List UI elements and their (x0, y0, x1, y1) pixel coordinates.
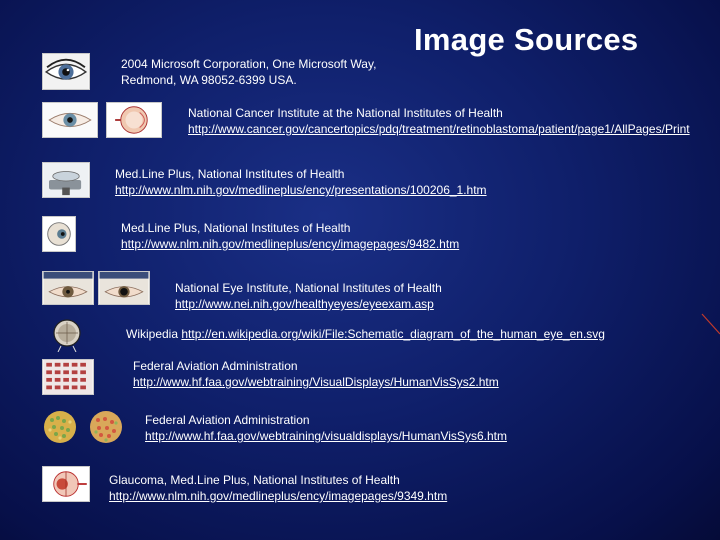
source-link[interactable]: http://www.nei.nih.gov/healthyeyes/eyeex… (175, 297, 434, 311)
source-entry-8: Federal Aviation Administration http://w… (145, 412, 507, 444)
decorative-line (701, 313, 720, 335)
source-text: National Eye Institute, National Institu… (175, 281, 442, 295)
source-entry-3: Med.Line Plus, National Institutes of He… (115, 166, 487, 198)
eye-exam-device-icon (42, 162, 90, 198)
source-link[interactable]: http://www.nlm.nih.gov/medlineplus/ency/… (109, 489, 447, 503)
eye-schematic-icon (52, 318, 82, 352)
source-link[interactable]: http://www.hf.faa.gov/webtraining/visual… (145, 429, 507, 443)
source-entry-1: 2004 Microsoft Corporation, One Microsof… (121, 56, 376, 88)
glaucoma-eye-icon (42, 466, 90, 502)
source-text: Federal Aviation Administration (133, 359, 298, 373)
eyeball-diagram-icon (42, 216, 76, 252)
eye-anatomy-icon (42, 102, 98, 138)
source-text: National Cancer Institute at the Nationa… (188, 106, 503, 120)
source-text: Glaucoma, Med.Line Plus, National Instit… (109, 473, 400, 487)
source-entry-9: Glaucoma, Med.Line Plus, National Instit… (109, 472, 447, 504)
source-link[interactable]: http://www.hf.faa.gov/webtraining/Visual… (133, 375, 499, 389)
source-link[interactable]: http://www.nlm.nih.gov/medlineplus/ency/… (121, 237, 459, 251)
pupil-comparison-icon-2 (98, 271, 150, 305)
source-text: Federal Aviation Administration (145, 413, 310, 427)
source-link[interactable]: http://en.wikipedia.org/wiki/File:Schema… (181, 327, 605, 341)
eye-photo-icon (42, 53, 90, 90)
visual-display-icon (42, 359, 94, 395)
source-entry-5: National Eye Institute, National Institu… (175, 280, 442, 312)
source-entry-6: Wikipedia http://en.wikipedia.org/wiki/F… (126, 326, 605, 342)
source-entry-2: National Cancer Institute at the Nationa… (188, 105, 690, 137)
source-entry-7: Federal Aviation Administration http://w… (133, 358, 499, 390)
source-link[interactable]: http://www.nlm.nih.gov/medlineplus/ency/… (115, 183, 487, 197)
eye-anatomy-diagram-icon (106, 102, 162, 138)
page-title: Image Sources (414, 22, 639, 57)
source-link[interactable]: http://www.cancer.gov/cancertopics/pdq/t… (188, 122, 690, 136)
source-text: Med.Line Plus, National Institutes of He… (115, 167, 345, 181)
source-text: Wikipedia (126, 327, 179, 341)
source-text: Med.Line Plus, National Institutes of He… (121, 221, 351, 235)
source-text: 2004 Microsoft Corporation, One Microsof… (121, 57, 377, 71)
source-entry-4: Med.Line Plus, National Institutes of He… (121, 220, 459, 252)
color-blindness-test-icon (42, 410, 78, 444)
source-text: Redmond, WA 98052-6399 USA. (121, 73, 297, 87)
pupil-comparison-icon (42, 271, 94, 305)
color-blindness-test-icon-2 (88, 410, 124, 444)
